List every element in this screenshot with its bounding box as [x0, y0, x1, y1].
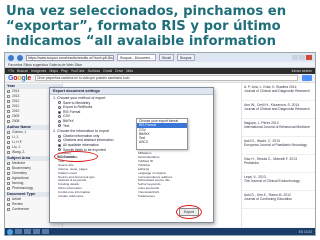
gbar-item[interactable]: Más [126, 68, 133, 74]
checkbox-icon[interactable] [7, 131, 10, 134]
search-input[interactable]: Once pequeños cambios en tu vida que pue… [34, 75, 298, 81]
radio-icon[interactable] [58, 115, 61, 119]
checkbox-icon[interactable] [7, 208, 10, 211]
result-source: Ann W., Cerill H., Kiszarova, S. 2014 Jou… [242, 101, 315, 119]
export-dialog: Export document settings 1. Choose your … [49, 87, 214, 223]
export-dialog-title: Export document settings [50, 88, 213, 95]
result-source: Gao H., Simula C., Marcelli F. 2013 Pedia… [242, 155, 315, 173]
radio-icon[interactable] [58, 143, 61, 147]
google-logo: Google [8, 74, 31, 82]
checkbox-icon[interactable] [7, 136, 10, 139]
sign-in-link[interactable]: Iniciar sesión [292, 68, 315, 74]
search-button[interactable] [302, 75, 312, 81]
radio-icon[interactable] [58, 139, 61, 143]
tab-scopus-documents[interactable]: Scopus - Documen... [117, 54, 156, 61]
google-search-bar: Google Once pequeños cambios en tu vida … [5, 74, 315, 83]
close-icon[interactable] [306, 55, 312, 60]
checkbox-icon[interactable] [7, 167, 10, 170]
gbar-item[interactable]: Imágenes [31, 68, 46, 74]
result-source: Nagoya, L. Pérez 2014 International Journ… [242, 119, 315, 137]
radio-icon[interactable] [58, 110, 61, 114]
checkbox-icon[interactable] [7, 151, 10, 154]
format-option[interactable]: ASCII [137, 140, 187, 144]
radio-icon[interactable] [58, 124, 61, 128]
checkbox-icon[interactable] [7, 105, 10, 108]
taskbar-app-icon[interactable] [33, 229, 40, 234]
export-format-dropdown[interactable]: Choose your export format RIS Format CSV… [136, 118, 188, 150]
slide-headline: Una vez seleccionados, pinchamos en “exp… [6, 4, 287, 49]
address-bar[interactable]: https://www.scopus.com/results/results.u… [26, 54, 114, 61]
window-controls [292, 55, 312, 60]
result-source: Aoki D., Wachi, C. 2013 European Journal … [242, 137, 315, 155]
checkbox-icon[interactable] [7, 182, 10, 185]
checkbox-icon[interactable] [7, 172, 10, 175]
gbar-item[interactable]: +Tú [8, 68, 14, 74]
checkbox-icon[interactable] [7, 110, 10, 113]
export-field[interactable]: Include references [58, 195, 134, 199]
checkbox-icon[interactable] [7, 115, 10, 118]
scopus-results-page: Year 20147 201316 201222 201118 201014 2… [5, 83, 315, 227]
results-source-column: A. P. Ana, L. Kota, K. Bradina 2014 Journ… [241, 83, 315, 227]
highlight-circle-export [176, 205, 202, 219]
checkbox-icon[interactable] [7, 203, 10, 206]
result-source: Lepa, V., 2013 The Journal of Clinical En… [242, 173, 315, 191]
gbar-item[interactable]: Buscar [17, 68, 28, 74]
gbar-item[interactable]: YouTube [71, 68, 85, 74]
result-source: A. P. Ana, L. Kota, K. Bradina 2014 Journ… [242, 83, 315, 101]
maximize-icon[interactable] [299, 55, 305, 60]
minimize-icon[interactable] [292, 55, 298, 60]
radio-icon[interactable] [58, 134, 61, 138]
forward-icon[interactable] [17, 54, 23, 61]
checkbox-icon[interactable] [7, 187, 10, 190]
radio-icon[interactable] [58, 105, 61, 109]
browser-screenshot: https://www.scopus.com/results/results.u… [4, 52, 316, 236]
checkbox-icon[interactable] [7, 95, 10, 98]
radio-icon[interactable] [58, 101, 61, 105]
system-tray-clock: ES 10:22 [298, 229, 312, 234]
start-button-icon[interactable] [7, 228, 13, 235]
gbar-item[interactable]: Noticias [88, 68, 100, 74]
checkbox-icon[interactable] [7, 90, 10, 93]
taskbar-app-icon[interactable] [24, 229, 31, 234]
gbar-item[interactable]: Gmail [103, 68, 112, 74]
checkbox-icon[interactable] [7, 141, 10, 144]
windows-taskbar: ES 10:22 [5, 228, 315, 235]
gbar-item[interactable]: Play [61, 68, 68, 74]
ris-format-label: RIS Format [57, 155, 75, 159]
tab-gmail[interactable]: Gmail [158, 54, 174, 61]
browser-toolbar: https://www.scopus.com/results/results.u… [5, 53, 315, 62]
checkbox-icon[interactable] [7, 146, 10, 149]
checkbox-icon[interactable] [7, 120, 10, 123]
checkbox-icon[interactable] [7, 100, 10, 103]
radio-icon[interactable] [58, 119, 61, 123]
checkbox-icon[interactable] [7, 177, 10, 180]
tab-scopus[interactable]: Scopus [176, 54, 195, 61]
back-icon[interactable] [8, 54, 14, 61]
taskbar-app-icon[interactable] [42, 229, 49, 234]
checkbox-icon[interactable] [7, 162, 10, 165]
result-source: Aoki D., Kim E., Ramo M. 2012 Journal of … [242, 191, 315, 209]
results-area: A. P. Ana, L. Kota, K. Bradina 2014 Journ… [49, 83, 315, 227]
gbar-item[interactable]: Maps [49, 68, 58, 74]
taskbar-app-icon[interactable] [15, 229, 22, 234]
checkbox-icon[interactable] [7, 198, 10, 201]
export-field[interactable]: Tradenames [138, 195, 214, 199]
gbar-item[interactable]: Drive [115, 68, 123, 74]
radio-icon[interactable] [58, 148, 61, 152]
